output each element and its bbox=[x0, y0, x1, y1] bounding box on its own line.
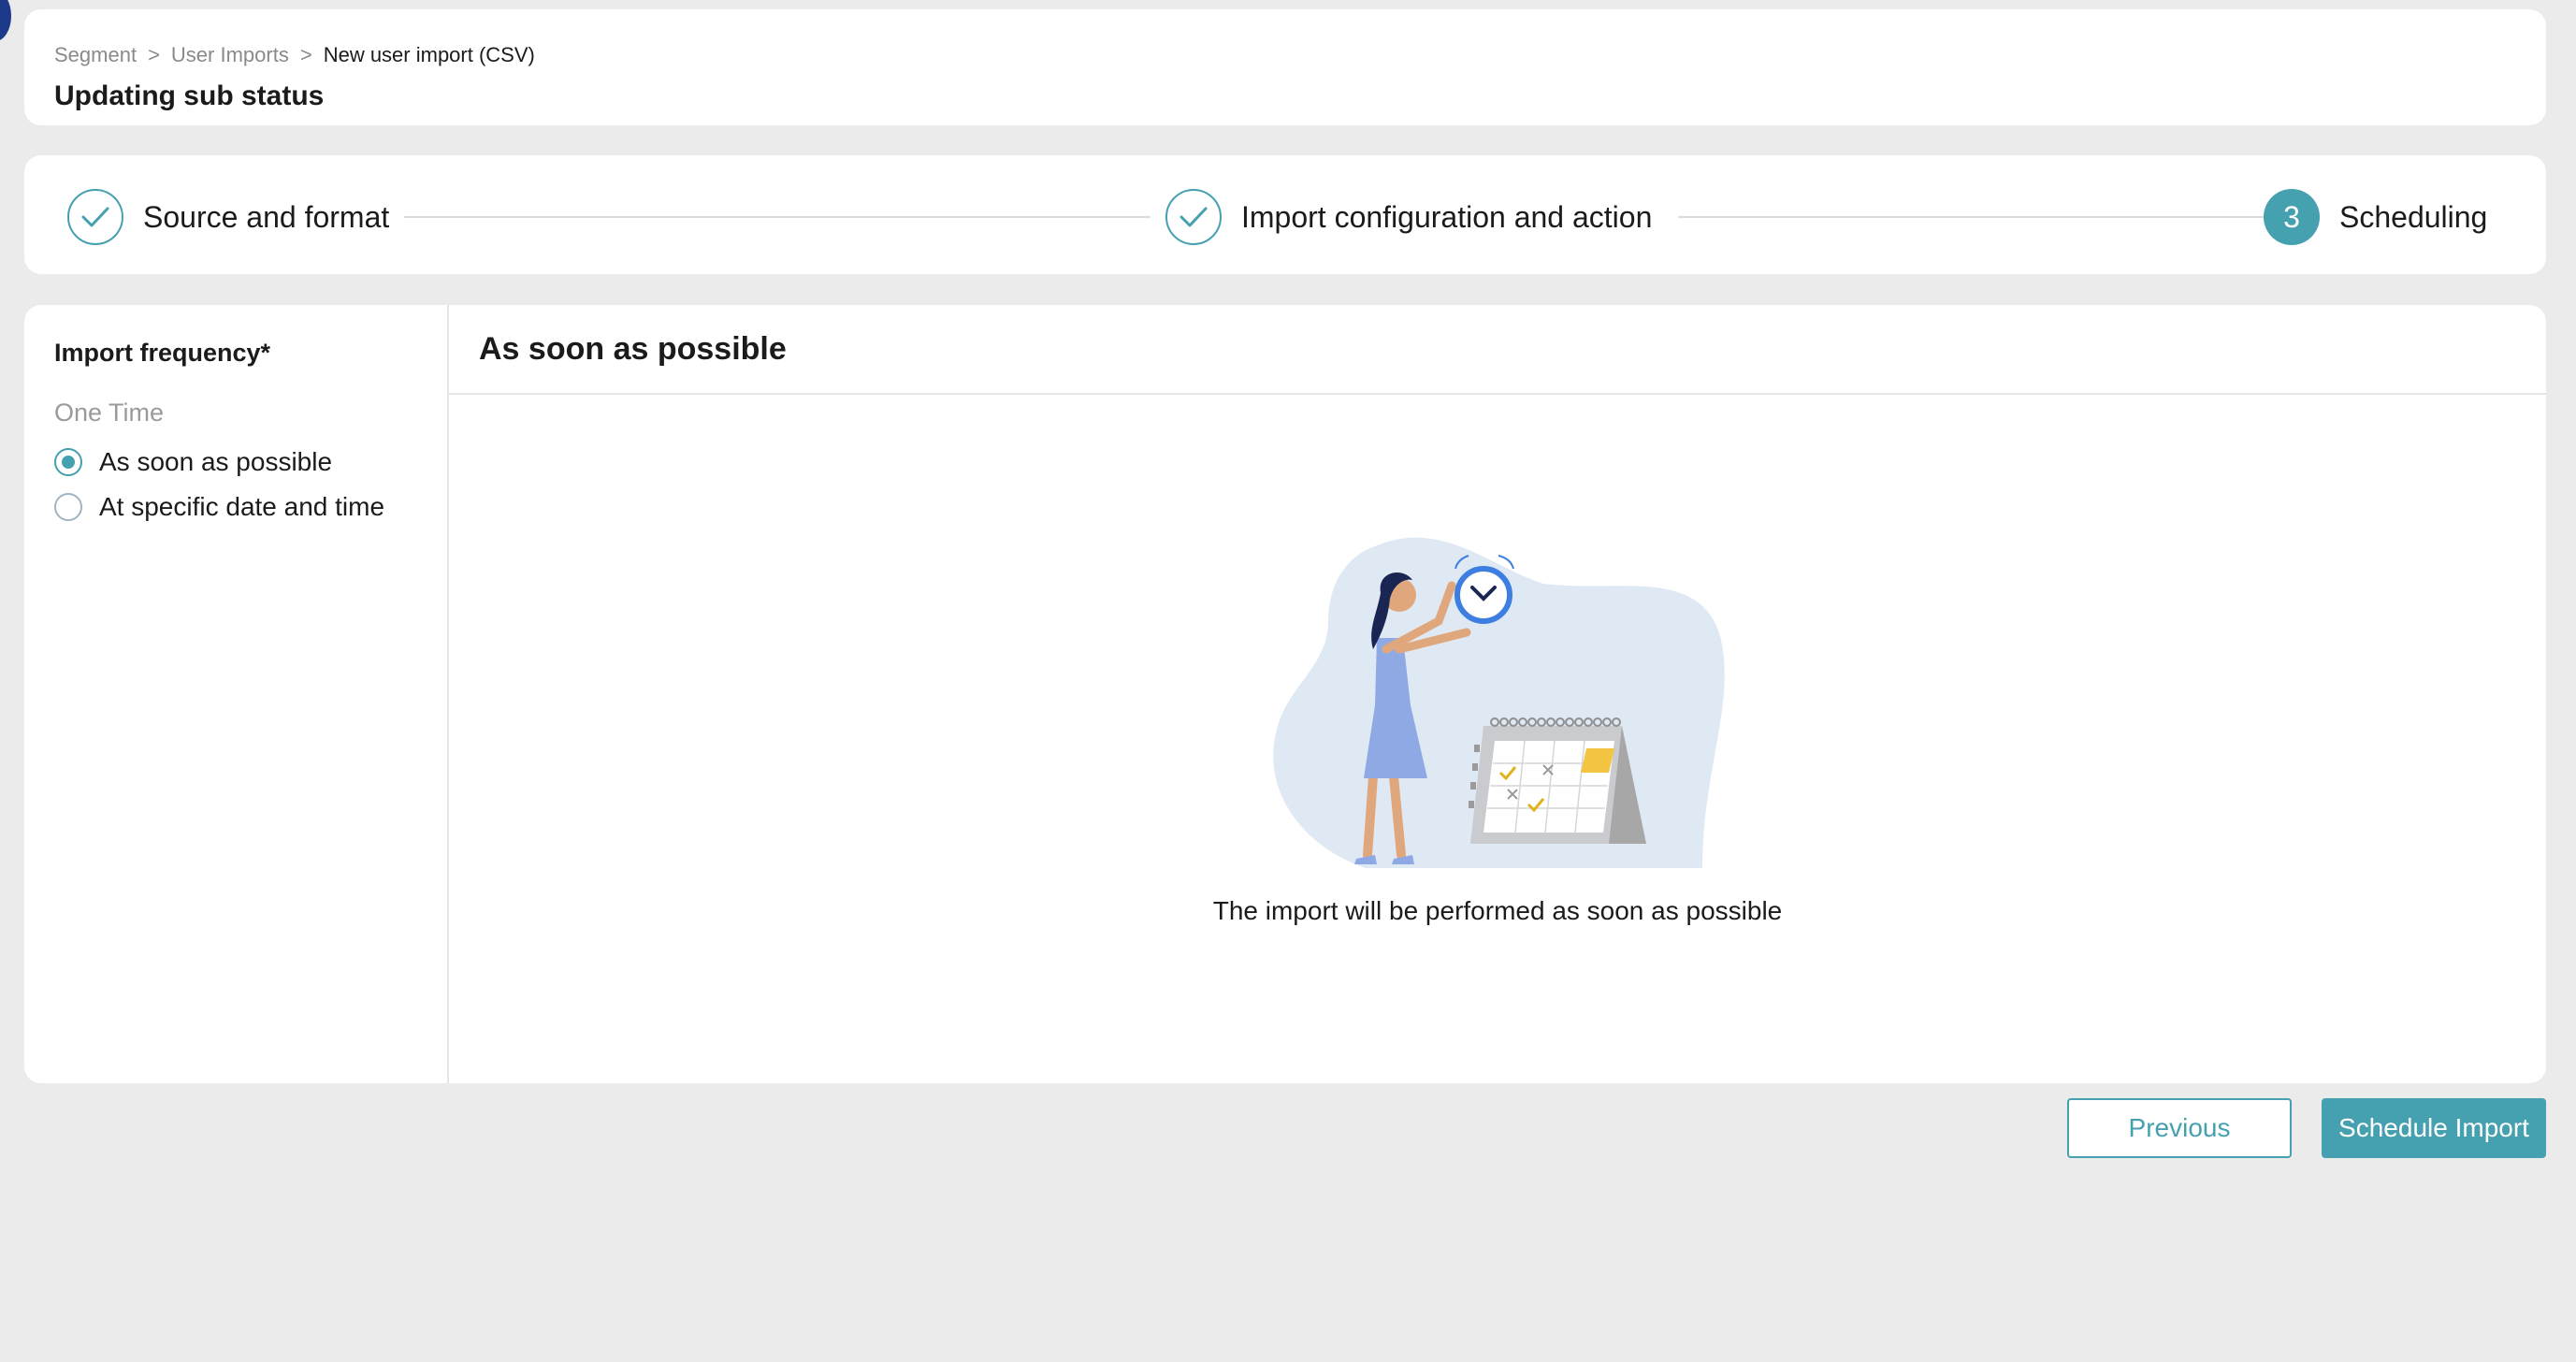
radio-as-soon-as-possible[interactable]: As soon as possible bbox=[54, 447, 332, 477]
woman-with-clock-and-calendar-illustration bbox=[1273, 537, 1725, 868]
step-completed-indicator bbox=[1165, 189, 1222, 245]
radio-button[interactable] bbox=[54, 448, 82, 476]
schedule-import-button[interactable]: Schedule Import bbox=[2322, 1098, 2546, 1158]
radio-specific-date-time[interactable]: At specific date and time bbox=[54, 492, 384, 522]
check-icon bbox=[81, 207, 109, 227]
step-label: Scheduling bbox=[2339, 199, 2488, 234]
previous-button[interactable]: Previous bbox=[2067, 1098, 2292, 1158]
breadcrumb: Segment > User Imports > New user import (CS… bbox=[54, 43, 535, 67]
breadcrumb-separator: > bbox=[148, 43, 160, 66]
stepper: Source and format Import configuration a… bbox=[24, 155, 2546, 274]
step-label: Source and format bbox=[143, 199, 390, 234]
step-label: Import configuration and action bbox=[1241, 199, 1653, 234]
breadcrumb-current: New user import (CSV) bbox=[323, 43, 535, 66]
detail-header: As soon as possible bbox=[449, 305, 2546, 395]
step-completed-indicator bbox=[67, 189, 123, 245]
step-number-badge: 3 bbox=[2264, 189, 2320, 245]
breadcrumb-separator: > bbox=[299, 43, 312, 66]
one-time-group-label: One Time bbox=[54, 398, 165, 427]
frequency-sidebar: Import frequency* One Time As soon as po… bbox=[24, 305, 449, 1083]
check-icon bbox=[1179, 207, 1208, 227]
step-source-and-format[interactable]: Source and format bbox=[67, 187, 389, 247]
step-scheduling[interactable]: 3 Scheduling bbox=[2264, 187, 2487, 247]
step-connector bbox=[404, 216, 1151, 218]
schedule-caption: The import will be performed as soon as … bbox=[1212, 896, 1783, 925]
schedule-detail: As soon as possible The import will be p… bbox=[449, 305, 2546, 1083]
scheduling-panel: Import frequency* One Time As soon as po… bbox=[24, 305, 2546, 1083]
radio-label: At specific date and time bbox=[99, 492, 385, 521]
corner-avatar-badge bbox=[0, 0, 11, 41]
step-import-configuration[interactable]: Import configuration and action bbox=[1165, 187, 1652, 247]
page-header: Segment > User Imports > New user import (CS… bbox=[24, 9, 2546, 125]
breadcrumb-user-imports[interactable]: User Imports bbox=[171, 43, 289, 66]
radio-label: As soon as possible bbox=[99, 447, 333, 476]
radio-button[interactable] bbox=[54, 493, 82, 521]
page-title: Updating sub status bbox=[54, 80, 325, 111]
step-connector bbox=[1678, 216, 2269, 218]
breadcrumb-segment[interactable]: Segment bbox=[54, 43, 137, 66]
detail-title: As soon as possible bbox=[479, 331, 787, 367]
import-frequency-label: Import frequency* bbox=[54, 339, 271, 367]
